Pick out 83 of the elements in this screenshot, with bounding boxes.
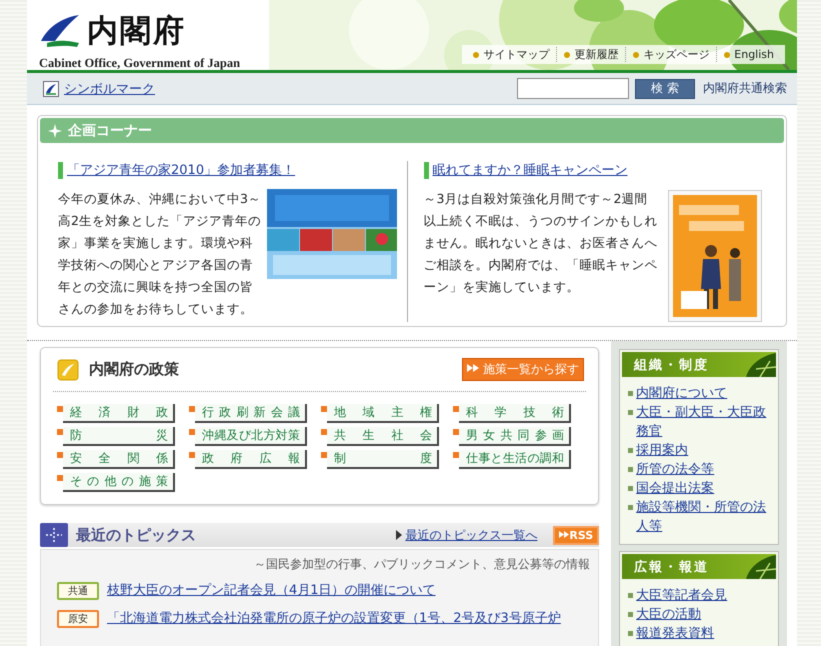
topics-list-link[interactable]: 最近のトピックス一覧へ	[396, 526, 538, 544]
category-tag: 共通	[57, 582, 99, 600]
square-icon	[453, 406, 459, 412]
bullet-icon	[724, 52, 730, 58]
logo-title: 内閣府	[87, 12, 186, 51]
search-button[interactable]: 検 索	[635, 78, 695, 98]
square-icon	[57, 452, 63, 458]
feature-text: ～3月は自殺対策強化月間です～2週間以上続く不眠は、うつのサインかもしれません。眠れないときは、お医者さんへご相談を。内閣府では、「睡眠キャンペーン」を実施しています。	[424, 191, 658, 294]
sidebar-link[interactable]: 施設等機関・所管の法人等	[636, 498, 774, 536]
policy-button[interactable]: 沖縄及び北方対策	[195, 427, 307, 446]
topics-icon	[40, 523, 68, 547]
logo-subtitle: Cabinet Office, Government of Japan	[39, 56, 242, 71]
policy-button[interactable]: 経済財政	[63, 404, 175, 423]
bullet-icon	[628, 593, 634, 598]
square-icon	[453, 452, 459, 458]
bullet-icon	[628, 410, 634, 415]
feature-link[interactable]: 「アジア青年の家2010」参加者募集！	[67, 161, 296, 179]
bullet-icon	[628, 467, 634, 472]
policy-button[interactable]: 地域主権	[327, 404, 439, 423]
leaf-icon	[57, 358, 79, 380]
feature-text: 今年の夏休み、沖縄において中3～高2生を対象とした「アジア青年の家」事業を実施します。環境や科学技術への関心とアジア各国の青年との交流に興味を持つ全国の皆さんの参加をお待ちしています。	[58, 191, 261, 316]
bullet-icon	[628, 486, 634, 491]
square-icon	[321, 429, 327, 435]
topics-title: 最近のトピックス	[76, 526, 197, 544]
square-icon	[57, 429, 63, 435]
sidebar-link[interactable]: 報道発表資料	[636, 624, 714, 643]
triangle-icon	[396, 530, 402, 540]
policy-button[interactable]: その他の施策	[63, 473, 175, 492]
bullet-icon	[564, 52, 570, 58]
search-label: 内閣府共通検索	[703, 80, 787, 97]
double-arrow-icon	[467, 363, 480, 373]
search-field[interactable]	[517, 78, 629, 99]
sidebar-link[interactable]: 大臣の活動	[636, 605, 702, 624]
bullet-icon	[628, 612, 634, 617]
square-icon	[321, 406, 327, 412]
header-link[interactable]: English	[717, 47, 781, 62]
bullet-icon	[633, 52, 640, 58]
bar-icon	[424, 162, 428, 178]
topic-link[interactable]: 「北海道電力株式会社泊発電所の原子炉の設置変更（1号、2号及び3号原子炉	[107, 609, 561, 629]
square-icon	[189, 406, 195, 412]
sidebar-link[interactable]: 国会提出法案	[636, 479, 714, 498]
square-icon	[57, 406, 63, 412]
policy-button[interactable]: 共生社会	[327, 427, 439, 446]
panel-title: 内閣府の政策	[89, 360, 180, 379]
square-icon	[321, 452, 327, 458]
policy-button[interactable]: 制度	[327, 450, 439, 469]
policy-button[interactable]: 行政刷新会議	[195, 404, 307, 423]
sidebar-title: 広報・報道	[634, 558, 710, 576]
sidebar-link[interactable]: 所管の法令等	[636, 460, 714, 479]
double-arrow-icon	[559, 530, 570, 538]
category-tag: 原安	[57, 610, 99, 628]
topics-note: ～国民参加型の行事、パブリックコメント、意見公募等の情報	[253, 556, 590, 573]
symbol-link[interactable]: シンボルマーク	[64, 80, 155, 98]
header-link[interactable]: 更新履歴	[557, 47, 626, 62]
bullet-icon	[473, 52, 480, 58]
sidebar-link[interactable]: 大臣等記者会見	[636, 586, 728, 605]
policy-button[interactable]: 防災	[63, 427, 175, 446]
policy-button[interactable]: 安全関係	[63, 450, 175, 469]
topic-link[interactable]: 枝野大臣のオープン記者会見（4月1日）の開催について	[107, 581, 436, 601]
sidebar-title: 組織・制度	[634, 356, 710, 374]
policy-button[interactable]: 政府広報	[195, 450, 307, 469]
sparkle-icon	[48, 124, 62, 138]
sidebar-link[interactable]: 採用案内	[636, 441, 688, 460]
bullet-icon	[628, 448, 634, 453]
bullet-icon	[628, 505, 634, 510]
square-icon	[453, 429, 459, 435]
header-link[interactable]: サイトマップ	[466, 47, 558, 62]
square-icon	[189, 429, 195, 435]
sidebar-link[interactable]: 内閣府について	[636, 384, 728, 403]
feature-link[interactable]: 眠れてますか？睡眠キャンペーン	[432, 161, 628, 179]
logo-icon	[39, 13, 81, 49]
symbol-icon	[43, 80, 59, 96]
square-icon	[189, 452, 195, 458]
square-icon	[57, 475, 63, 481]
sidebar-link[interactable]: 大臣・副大臣・大臣政務官	[636, 403, 774, 441]
policy-button[interactable]: 仕事と生活の調和	[459, 450, 571, 469]
policy-button[interactable]: 男女共同参画	[459, 427, 571, 446]
section-title: 企画コーナー	[68, 122, 152, 140]
bullet-icon	[628, 631, 634, 636]
policy-button[interactable]: 科学技術	[459, 404, 571, 423]
bar-icon	[58, 162, 63, 178]
header-link[interactable]: キッズページ	[626, 47, 718, 62]
bullet-icon	[628, 391, 634, 396]
